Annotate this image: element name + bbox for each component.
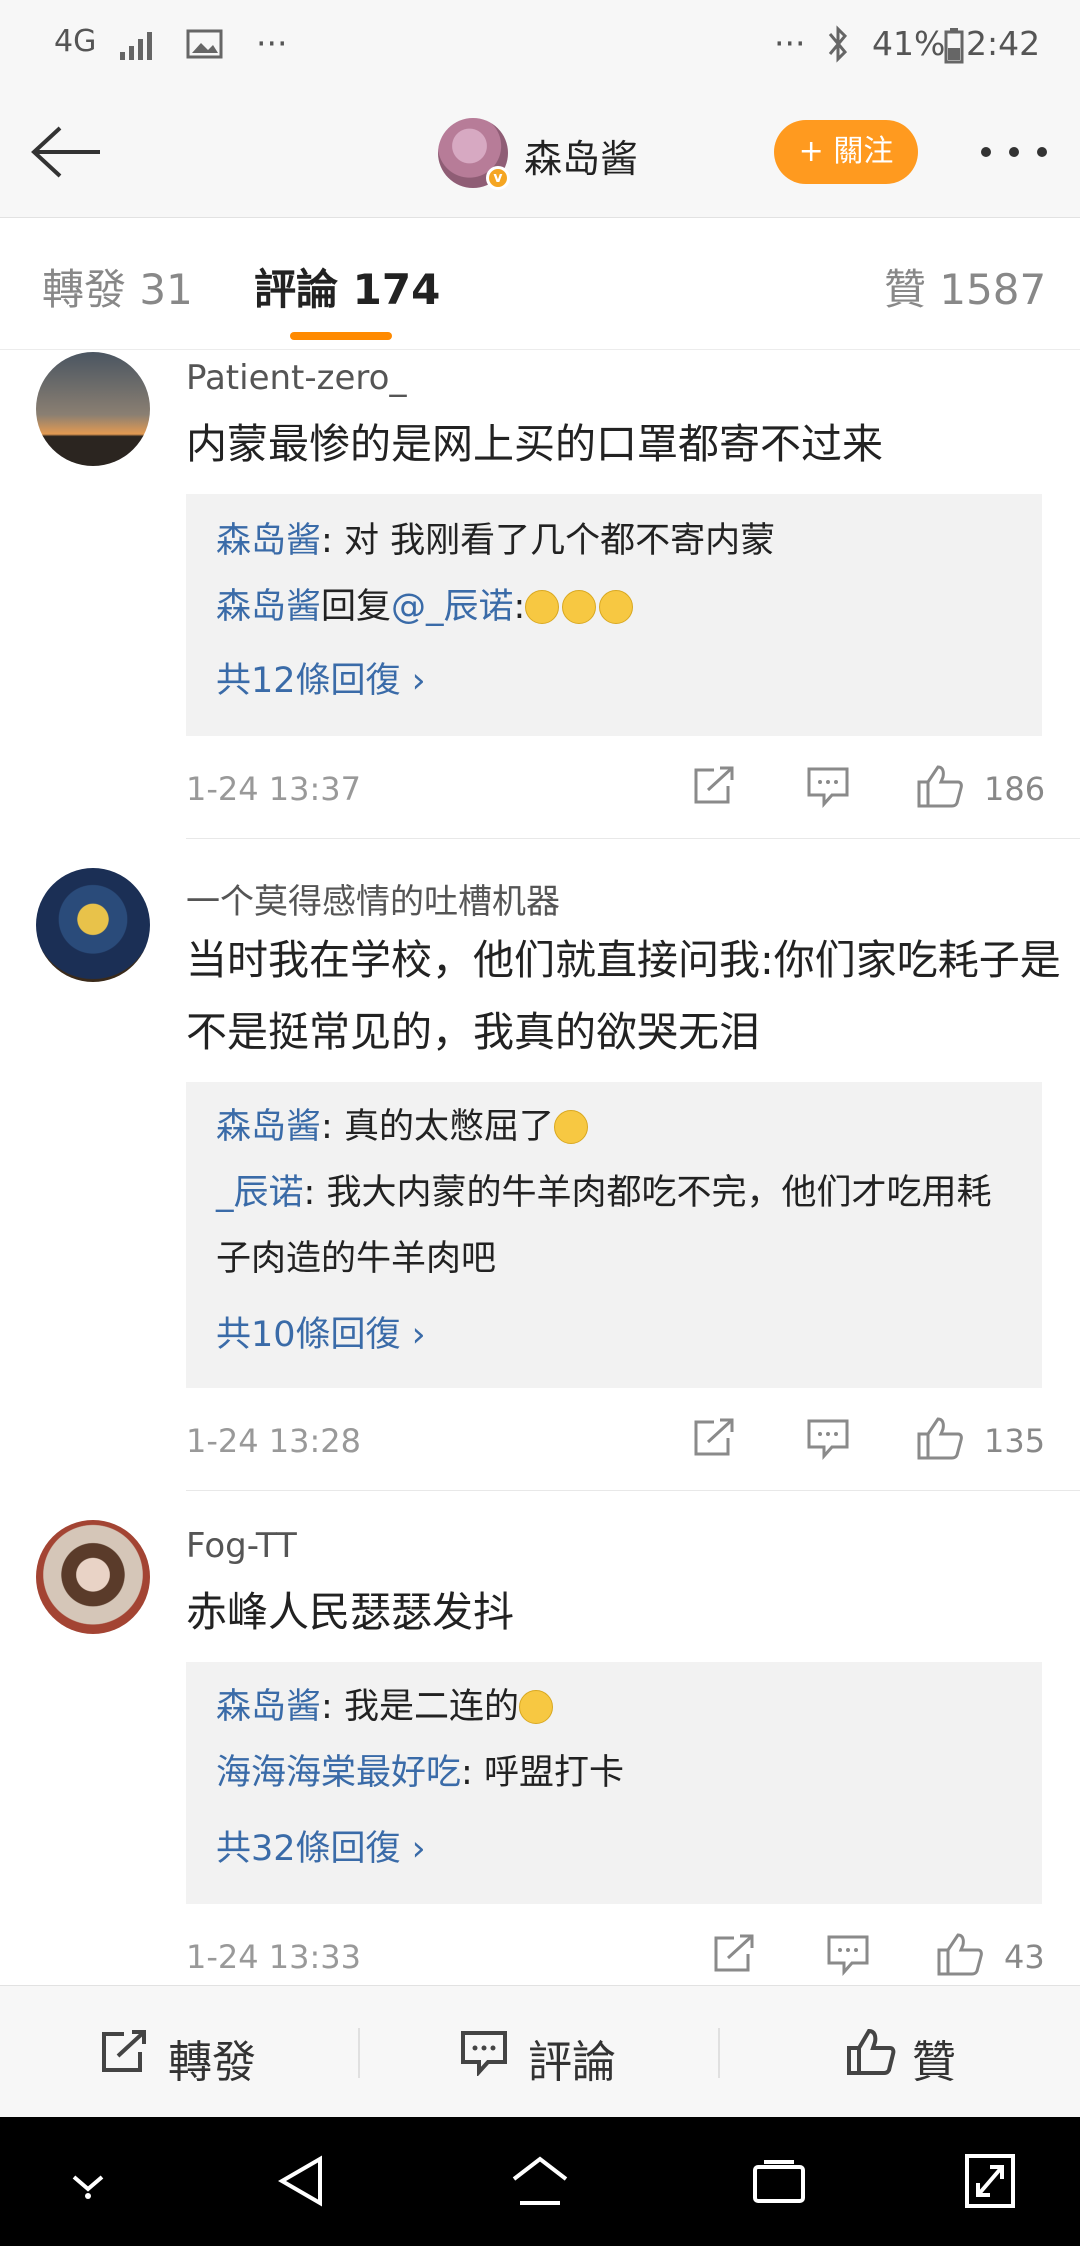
divider [358,2028,360,2078]
share-icon[interactable] [712,1934,756,1978]
reply-line: 森岛酱: 对 我刚看了几个都不寄内蒙 [216,521,776,561]
comment-icon[interactable] [806,1418,850,1464]
like-icon[interactable] [846,2028,896,2080]
comment-text: 赤峰人民瑟瑟发抖 [186,1588,514,1636]
comment-button[interactable]: 評論 [528,2026,616,2090]
commenter-avatar[interactable] [36,352,150,466]
home-icon[interactable] [510,2153,570,2213]
battery-percent: 41% [872,24,946,63]
crying-emoji-icon [553,1110,588,1144]
reply-author[interactable]: 海海海棠最好吃 [216,1753,461,1793]
crying-laughing-emoji-icon [599,590,634,624]
reply-text: 我是二连的 [343,1687,519,1727]
reply-text: 呼盟打卡 [483,1753,624,1793]
reply-author[interactable]: 森岛酱 [216,1107,321,1147]
comment-text: 内蒙最惨的是网上买的口罩都寄不过来 [186,420,883,468]
commenter-name[interactable]: Fog-TT [186,1526,297,1566]
tab-indicator [290,332,392,340]
divider [718,2028,720,2078]
tab-comments[interactable]: 評論 174 [254,256,440,317]
bluetooth-icon [826,24,850,72]
view-replies-link[interactable]: 共32條回復 › [216,1820,426,1871]
more-status-icon: ··· [774,24,806,63]
back-arrow-icon[interactable] [28,122,104,186]
comment-time: 1-24 13:28 [186,1422,362,1460]
comment-icon[interactable] [460,2030,508,2080]
commenter-avatar[interactable] [36,868,150,982]
divider [186,1490,1080,1491]
tab-repost[interactable]: 轉發 31 [42,256,193,317]
comment-icon[interactable] [806,766,850,812]
commenter-name[interactable]: 一个莫得感情的吐槽机器 [186,874,560,923]
reply-box[interactable]: 森岛酱: 真的太憋屈了 _辰诺: 我大内蒙的牛羊肉都吃不完，他们才吃用耗子肉造的… [186,1082,1042,1388]
status-bar: 4G ··· ··· 41% 2:42 [0,0,1080,90]
share-icon[interactable] [692,766,736,810]
crying-laughing-emoji-icon [562,590,597,624]
follow-button[interactable]: + 關注 [774,120,918,184]
commenter-avatar[interactable] [36,1520,150,1634]
like-count: 135 [984,1422,1046,1460]
tab-likes[interactable]: 贊 1587 [884,256,1046,317]
reply-text: 对 我刚看了几个都不寄内蒙 [343,521,776,561]
divider [186,838,1080,839]
reply-author[interactable]: _辰诺 [216,1173,304,1213]
like-icon[interactable] [916,764,964,812]
crying-emoji-icon [518,1690,553,1724]
crying-laughing-emoji-icon [525,590,560,624]
reply-box[interactable]: 森岛酱: 我是二连的 海海海棠最好吃: 呼盟打卡 共32條回復 › [186,1662,1042,1904]
comment-text: 当时我在学校，他们就直接问我:你们家吃耗子是不是挺常见的，我真的欲哭无泪 [186,936,1061,1056]
like-icon[interactable] [916,1416,964,1464]
reply-author[interactable]: 森岛酱 [216,521,321,561]
back-icon[interactable] [276,2153,326,2213]
image-notification-icon [186,28,224,68]
system-nav-bar [0,2117,1080,2246]
view-replies-link[interactable]: 共10條回復 › [216,1306,426,1357]
more-notifications-icon: ··· [256,24,288,63]
recent-apps-icon[interactable] [752,2159,806,2209]
network-indicator: 4G [54,24,97,59]
verified-badge-icon: v [486,166,510,190]
repost-button[interactable]: 轉發 [168,2026,256,2090]
like-count: 186 [984,770,1046,808]
comment-time: 1-24 13:37 [186,770,362,808]
clock: 2:42 [966,24,1041,63]
reply-text: 我大内蒙的牛羊肉都吃不完，他们才吃用耗子肉造的牛羊肉吧 [216,1173,992,1279]
battery-icon [944,28,964,72]
like-button[interactable]: 贊 [912,2026,956,2090]
share-icon[interactable] [692,1418,736,1462]
reply-mention[interactable]: @_辰诺 [391,587,514,627]
view-replies-link[interactable]: 共12條回復 › [216,652,426,703]
reply-line: 森岛酱: 我是二连的 [216,1674,1016,1740]
chevron-down-icon[interactable] [66,2165,110,2205]
commenter-name[interactable]: Patient-zero_ [186,358,406,398]
signal-icon [118,28,158,70]
comment-icon[interactable] [826,1934,870,1980]
comment-time: 1-24 13:33 [186,1938,362,1976]
author-name[interactable]: 森岛酱 [524,128,638,183]
reply-author[interactable]: 森岛酱 [216,1687,321,1727]
reply-text: 真的太憋屈了 [343,1107,554,1147]
expand-icon[interactable] [964,2153,1016,2213]
reply-line: 森岛酱: 真的太憋屈了 [216,1094,1016,1160]
bottom-action-bar: 轉發 評論 贊 [0,1985,1080,2117]
repost-icon[interactable] [100,2030,148,2078]
like-icon[interactable] [936,1932,984,1980]
title-bar: v 森岛酱 + 關注 [0,90,1080,218]
reply-box[interactable]: 森岛酱: 对 我刚看了几个都不寄内蒙 森岛酱回复@_辰诺: 共12條回復 › [186,494,1042,736]
reply-line: _辰诺: 我大内蒙的牛羊肉都吃不完，他们才吃用耗子肉造的牛羊肉吧 [216,1173,992,1279]
reply-author[interactable]: 森岛酱 [216,587,321,627]
reply-line: 森岛酱回复@_辰诺: [216,574,1016,640]
more-options-icon[interactable] [978,144,1050,163]
like-count: 43 [1004,1938,1045,1976]
tab-bar: 轉發 31 評論 174 贊 1587 [0,218,1080,350]
reply-line: 海海海棠最好吃: 呼盟打卡 [216,1753,624,1793]
